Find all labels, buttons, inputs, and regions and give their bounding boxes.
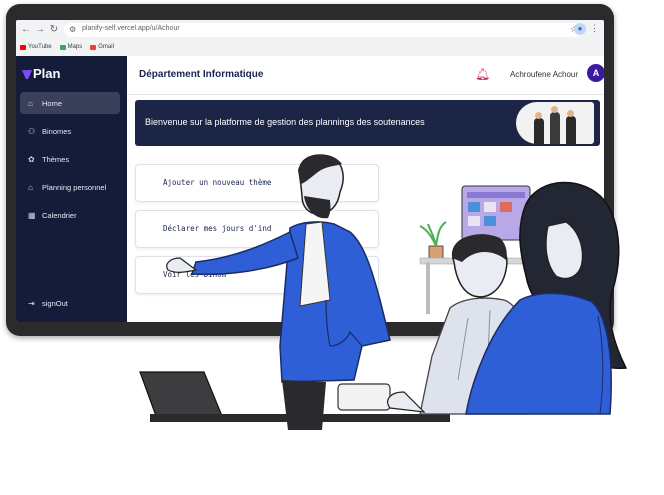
back-icon[interactable]: ← bbox=[20, 24, 32, 36]
sidebar-item-binomes[interactable]: ⚇ Binomes bbox=[20, 120, 120, 142]
gmail-icon bbox=[90, 44, 97, 50]
bookmark-youtube[interactable]: YouTube bbox=[20, 44, 52, 50]
bookmark-maps[interactable]: Maps bbox=[59, 44, 83, 50]
address-bar[interactable]: ⚙ planify-self.vercel.app/u/Achour ☆ bbox=[64, 23, 584, 37]
graduates-illustration bbox=[516, 102, 594, 144]
signout-icon: ⇥ bbox=[28, 298, 35, 308]
bell-icon[interactable]: 🔔︎ bbox=[475, 67, 490, 81]
sidebar-item-label: Binomes bbox=[42, 126, 72, 136]
bookmark-label: Gmail bbox=[98, 44, 114, 50]
bookmark-gmail[interactable]: Gmail bbox=[90, 44, 114, 50]
reload-icon[interactable]: ↻ bbox=[48, 24, 60, 36]
bookmark-label: YouTube bbox=[28, 44, 52, 50]
main-content: Département Informatique 🔔︎ Achroufene A… bbox=[127, 56, 604, 322]
sidebar-item-label: Thèmes bbox=[42, 154, 70, 164]
building-icon: ⌂ bbox=[28, 182, 33, 192]
url-text: planify-self.vercel.app/u/Achour bbox=[82, 25, 180, 32]
card-label: Déclarer mes jours d'ind bbox=[163, 224, 272, 233]
bookmarks-bar: YouTube Maps Gmail bbox=[20, 41, 114, 53]
sidebar-item-home[interactable]: ⌂ Home bbox=[20, 92, 120, 114]
profile-icon[interactable]: ● bbox=[574, 23, 586, 35]
add-theme-card[interactable]: Ajouter un nouveau thème bbox=[135, 164, 379, 202]
signout-button[interactable]: ⇥ signOut bbox=[20, 292, 120, 314]
calendar-icon: ▦ bbox=[28, 210, 36, 220]
bookmark-label: Maps bbox=[67, 44, 83, 50]
page-title: Département Informatique bbox=[139, 69, 264, 80]
welcome-banner: Bienvenue sur la platforme de gestion de… bbox=[135, 100, 600, 146]
card-label: Voir les binom bbox=[163, 270, 227, 279]
sidebar-item-themes[interactable]: ✿ Thèmes bbox=[20, 148, 120, 170]
header: Département Informatique 🔔︎ Achroufene A… bbox=[127, 56, 604, 95]
palette-icon: ✿ bbox=[28, 154, 35, 164]
screen: ← → ↻ ⚙ planify-self.vercel.app/u/Achour… bbox=[16, 20, 604, 322]
site-info-icon[interactable]: ⚙ bbox=[69, 25, 76, 34]
view-binomes-card[interactable]: Voir les binom bbox=[135, 256, 379, 294]
graduate-head bbox=[551, 106, 558, 113]
home-icon: ⌂ bbox=[28, 98, 33, 108]
graduate-head bbox=[535, 112, 542, 119]
graduate-figure bbox=[534, 118, 544, 144]
menu-kebab-icon[interactable]: ⋮ bbox=[590, 23, 599, 34]
sidebar-item-label: Home bbox=[42, 98, 63, 108]
sidebar-item-label: Planning personnel bbox=[42, 182, 107, 192]
logo-text: Plan bbox=[33, 66, 61, 81]
sidebar: Plan ⌂ Home ⚇ Binomes ✿ Thèmes ⌂ Plannin… bbox=[16, 56, 127, 322]
forward-icon[interactable]: → bbox=[34, 24, 46, 36]
declare-days-card[interactable]: Déclarer mes jours d'ind bbox=[135, 210, 379, 248]
monitor-frame: ← → ↻ ⚙ planify-self.vercel.app/u/Achour… bbox=[6, 4, 614, 336]
graduate-figure bbox=[566, 116, 576, 144]
avatar[interactable]: A bbox=[587, 64, 604, 82]
browser-chrome: ← → ↻ ⚙ planify-self.vercel.app/u/Achour… bbox=[16, 20, 604, 57]
user-name: Achroufene Achour bbox=[510, 70, 579, 79]
youtube-icon bbox=[20, 44, 26, 50]
users-icon: ⚇ bbox=[28, 126, 36, 136]
graduate-figure bbox=[550, 112, 560, 144]
logo-mark-icon bbox=[22, 70, 32, 80]
maps-icon bbox=[59, 44, 66, 50]
graduate-head bbox=[567, 110, 574, 117]
sidebar-item-calendrier[interactable]: ▦ Calendrier bbox=[20, 204, 120, 226]
app-logo[interactable]: Plan bbox=[22, 66, 60, 81]
banner-text: Bienvenue sur la platforme de gestion de… bbox=[145, 117, 425, 127]
laptop-illustration bbox=[139, 371, 450, 422]
signout-label: signOut bbox=[42, 298, 68, 308]
sidebar-item-label: Calendrier bbox=[42, 210, 77, 220]
card-label: Ajouter un nouveau thème bbox=[163, 178, 272, 187]
sidebar-item-planning-personnel[interactable]: ⌂ Planning personnel bbox=[20, 176, 120, 198]
